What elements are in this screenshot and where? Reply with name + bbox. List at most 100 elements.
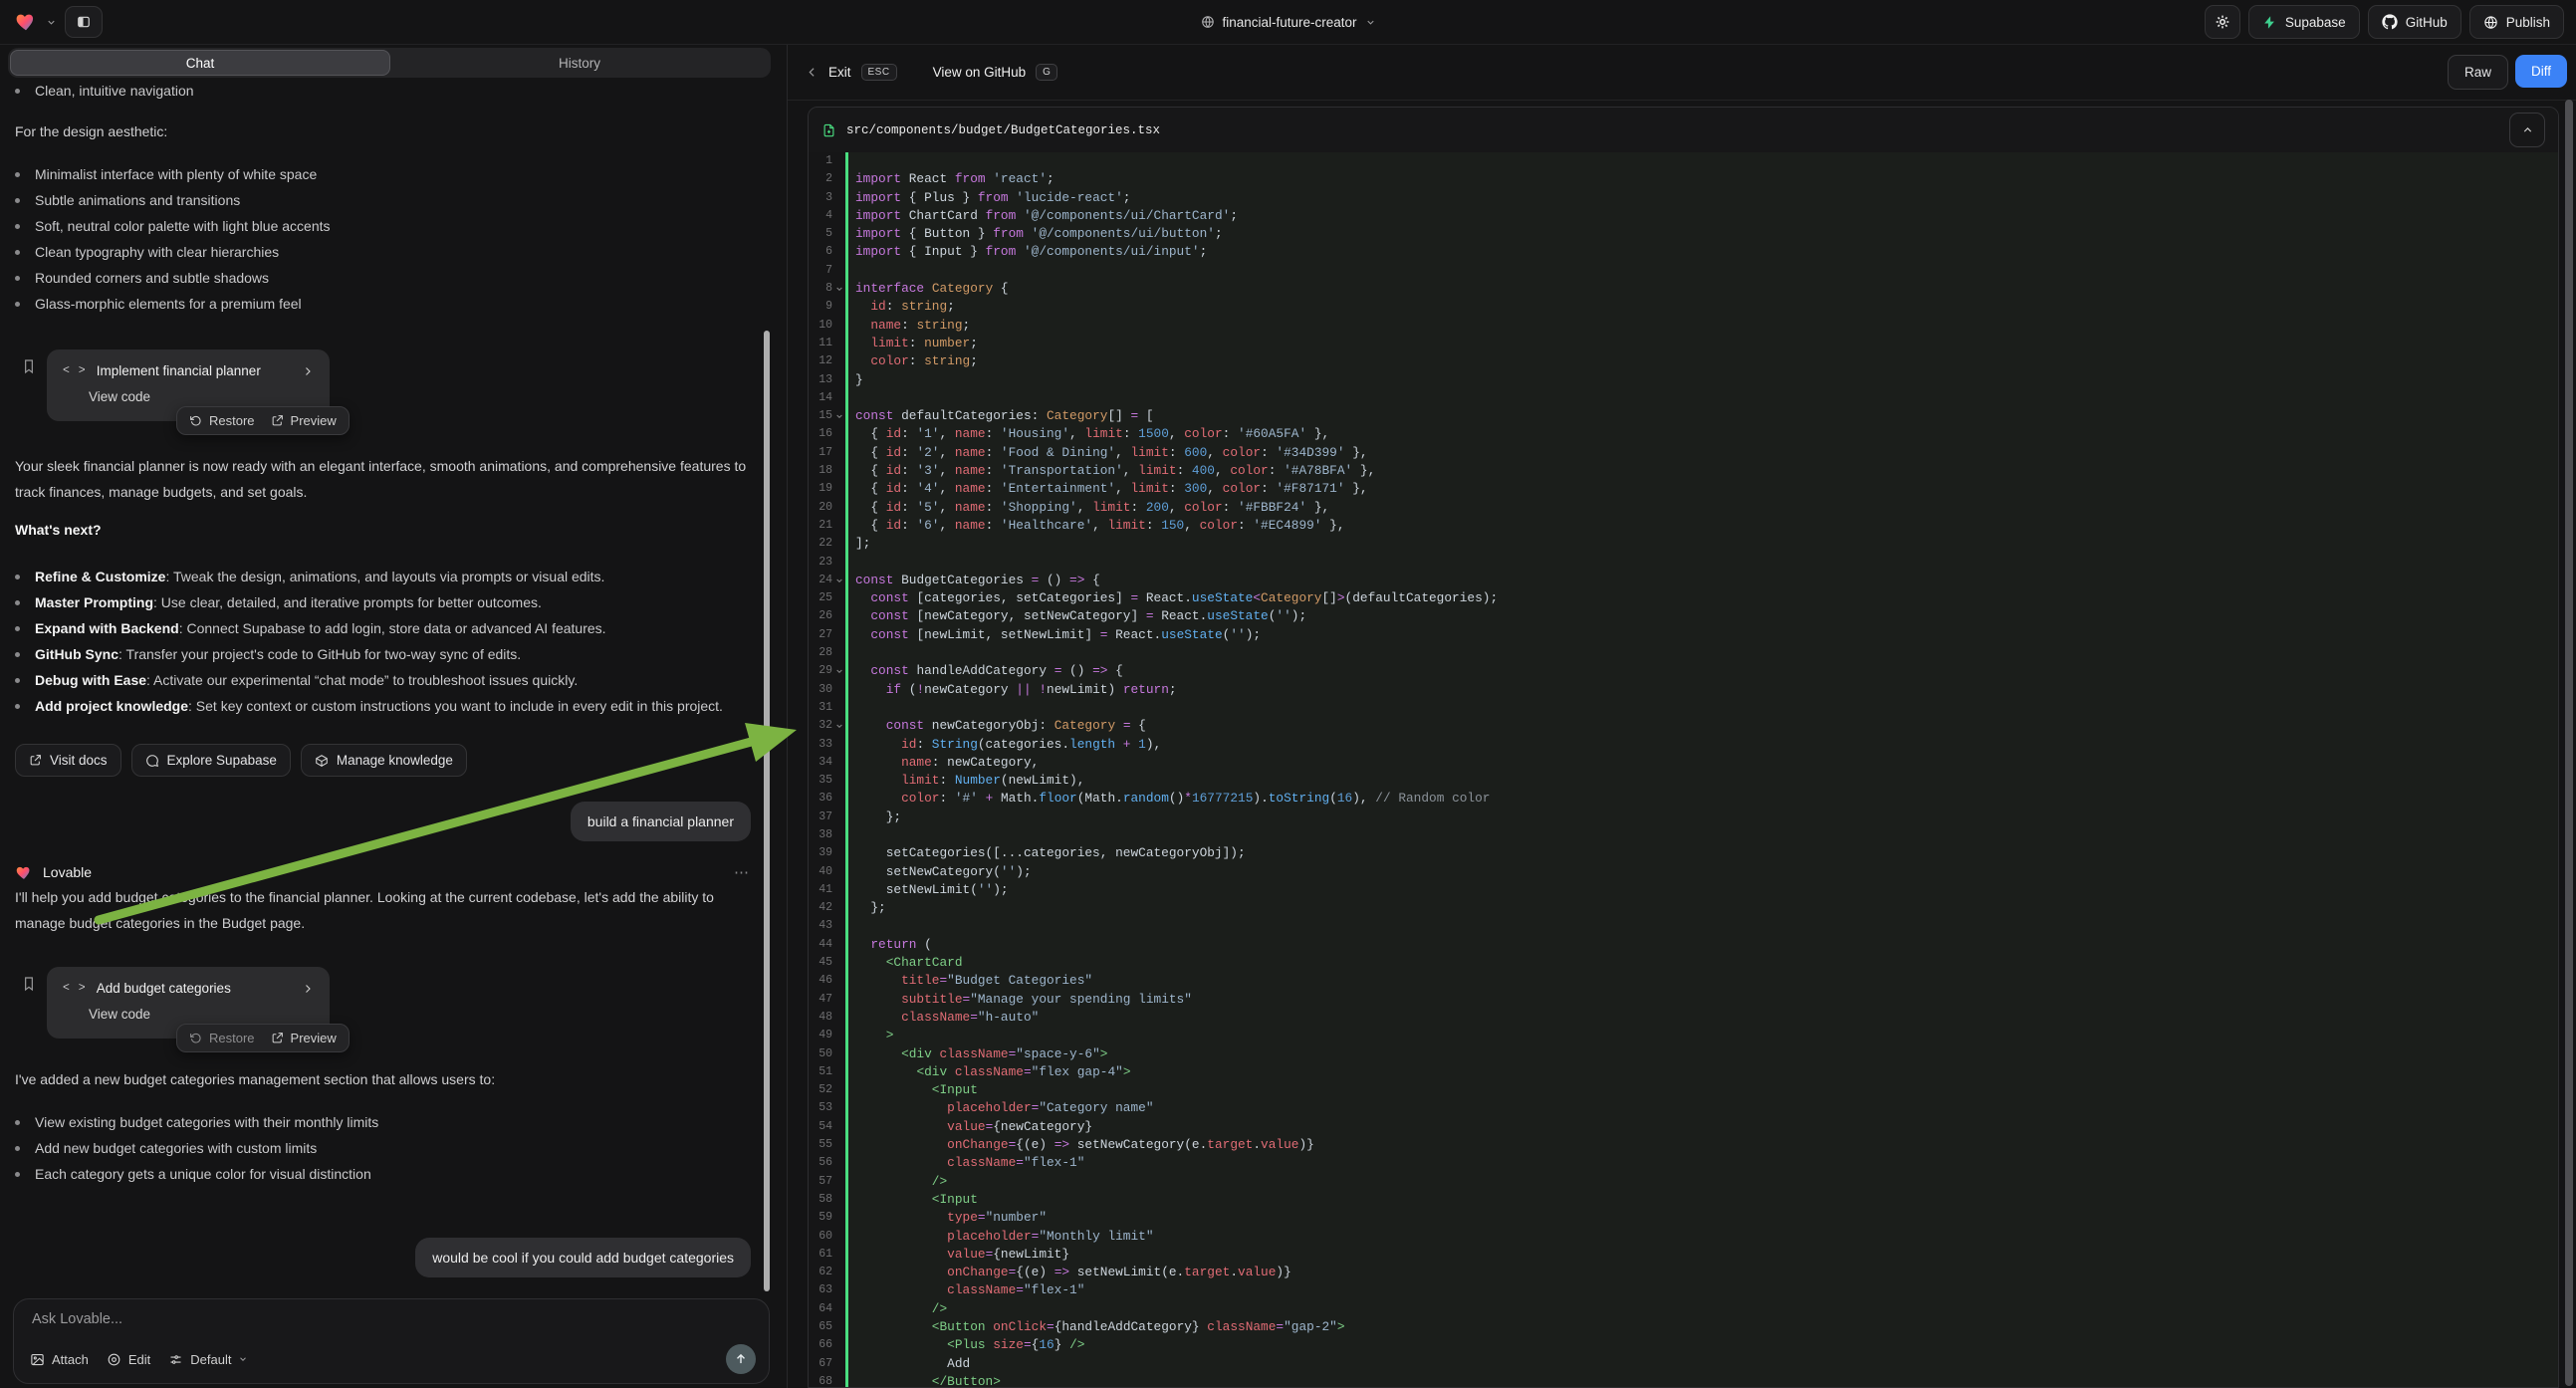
github-button[interactable]: GitHub xyxy=(2368,5,2461,39)
list-item: View existing budget categories with the… xyxy=(15,1109,751,1135)
chat-message-list[interactable]: Clean, intuitive navigationFor the desig… xyxy=(0,78,787,1288)
list-item: Rounded corners and subtle shadows xyxy=(15,265,751,291)
version-card[interactable]: < >Add budget categoriesView codeRestore… xyxy=(47,967,330,1039)
list-item-text: GitHub Sync: Transfer your project's cod… xyxy=(35,641,521,667)
line-number: 32 xyxy=(809,717,832,735)
code-line: 19 { id: '4', name: 'Entertainment', lim… xyxy=(809,480,2558,498)
collapse-file-button[interactable] xyxy=(2509,113,2545,147)
fold-gutter xyxy=(832,352,845,370)
action-button-explore-supabase[interactable]: Explore Supabase xyxy=(131,744,291,777)
action-button-label: Manage knowledge xyxy=(337,753,453,768)
code-line-text: <Button onClick={handleAddCategory} clas… xyxy=(848,1318,1345,1336)
line-number: 6 xyxy=(809,243,832,261)
code-line-text xyxy=(848,389,855,407)
assistant-paragraph: Your sleek financial planner is now read… xyxy=(15,453,751,505)
version-card[interactable]: < >Implement financial plannerView codeR… xyxy=(47,349,330,421)
fold-gutter xyxy=(832,517,845,535)
code-line: 20 { id: '5', name: 'Shopping', limit: 2… xyxy=(809,499,2558,517)
tab-chat[interactable]: Chat xyxy=(10,50,390,76)
code-line: 10 name: string; xyxy=(809,317,2558,335)
tab-history-label: History xyxy=(559,56,600,71)
github-label: GitHub xyxy=(2406,15,2448,30)
fold-gutter xyxy=(832,954,845,972)
bullet-dot-icon xyxy=(15,678,20,683)
code-line: 36 color: '#' + Math.floor(Math.random()… xyxy=(809,790,2558,808)
settings-button[interactable] xyxy=(2205,5,2240,39)
project-title: financial-future-creator xyxy=(1222,15,1356,30)
mode-select[interactable]: Default xyxy=(168,1352,248,1367)
supabase-button[interactable]: Supabase xyxy=(2248,5,2360,39)
code-line: 38 xyxy=(809,826,2558,844)
code-line-text: { id: '6', name: 'Healthcare', limit: 15… xyxy=(848,517,1345,535)
edit-button[interactable]: Edit xyxy=(107,1352,150,1367)
view-on-github-button[interactable]: View on GitHub xyxy=(933,65,1027,80)
workspace-chevron-down-icon[interactable] xyxy=(46,17,57,28)
fold-gutter xyxy=(832,535,845,553)
fold-gutter xyxy=(832,243,845,261)
chat-scrollbar[interactable] xyxy=(764,331,770,1291)
line-number: 63 xyxy=(809,1281,832,1299)
fold-chevron-icon[interactable] xyxy=(832,572,845,589)
view-code-link[interactable]: View code xyxy=(63,1004,314,1026)
line-number: 38 xyxy=(809,826,832,844)
restore-button[interactable]: Restore xyxy=(189,1031,255,1045)
list-item: Glass-morphic elements for a premium fee… xyxy=(15,291,751,317)
code-editor[interactable]: 12import React from 'react';3import { Pl… xyxy=(809,152,2558,1387)
message-menu-button[interactable]: ⋯ xyxy=(734,863,751,881)
bullet-dot-icon xyxy=(15,600,20,605)
lovable-heart-logo[interactable] xyxy=(14,11,38,33)
fold-chevron-icon[interactable] xyxy=(832,407,845,425)
code-line-text: <Input xyxy=(848,1081,978,1099)
preview-button[interactable]: Preview xyxy=(271,413,337,428)
code-line: 23 xyxy=(809,554,2558,572)
tab-history[interactable]: History xyxy=(390,50,769,76)
code-scrollbar[interactable] xyxy=(2565,100,2573,1386)
list-item-text: Minimalist interface with plenty of whit… xyxy=(35,161,317,187)
code-line-text: className="flex-1" xyxy=(848,1154,1084,1172)
code-line-text: limit: Number(newLimit), xyxy=(848,772,1084,790)
fold-gutter xyxy=(832,1228,845,1246)
publish-button[interactable]: Publish xyxy=(2469,5,2564,39)
fold-gutter xyxy=(832,772,845,790)
preview-icon xyxy=(271,1032,284,1044)
chat-input[interactable] xyxy=(30,1310,760,1328)
code-line-text: import { Button } from '@/components/ui/… xyxy=(848,225,1223,243)
fold-gutter xyxy=(832,809,845,826)
code-line: 21 { id: '6', name: 'Healthcare', limit:… xyxy=(809,517,2558,535)
code-line: 13} xyxy=(809,371,2558,389)
globe-icon xyxy=(1200,15,1214,29)
action-button-manage-knowledge[interactable]: Manage knowledge xyxy=(301,744,467,777)
line-number: 14 xyxy=(809,389,832,407)
line-number: 12 xyxy=(809,352,832,370)
fold-gutter xyxy=(832,790,845,808)
assistant-paragraph: I'll help you add budget categories to t… xyxy=(15,884,751,936)
view-code-link[interactable]: View code xyxy=(63,386,314,408)
version-card-row: < >Add budget categoriesView codeRestore… xyxy=(15,967,751,1039)
list-item: Clean, intuitive navigation xyxy=(15,78,751,104)
code-line: 54 value={newCategory} xyxy=(809,1118,2558,1136)
list-item: Each category gets a unique color for vi… xyxy=(15,1161,751,1187)
line-number: 62 xyxy=(809,1264,832,1281)
fold-gutter xyxy=(832,1063,845,1081)
fold-chevron-icon[interactable] xyxy=(832,280,845,298)
project-switcher[interactable]: financial-future-creator xyxy=(1200,15,1375,30)
sidebar-toggle-button[interactable] xyxy=(65,6,103,38)
send-button[interactable] xyxy=(726,1344,756,1374)
file-header[interactable]: src/components/budget/BudgetCategories.t… xyxy=(809,108,2558,153)
code-line: 52 <Input xyxy=(809,1081,2558,1099)
restore-button[interactable]: Restore xyxy=(189,413,255,428)
tab-chat-label: Chat xyxy=(186,56,215,71)
code-line-text: Add xyxy=(848,1355,970,1373)
line-number: 39 xyxy=(809,844,832,862)
action-button-visit-docs[interactable]: Visit docs xyxy=(15,744,121,777)
code-line: 58 <Input xyxy=(809,1191,2558,1209)
code-line-text: value={newCategory} xyxy=(848,1118,1092,1136)
raw-button[interactable]: Raw xyxy=(2448,55,2508,90)
exit-button[interactable]: Exit xyxy=(828,65,851,80)
fold-chevron-icon[interactable] xyxy=(832,717,845,735)
fold-chevron-icon[interactable] xyxy=(832,662,845,680)
diff-button[interactable]: Diff xyxy=(2515,55,2567,88)
back-chevron-icon[interactable] xyxy=(806,66,819,79)
attach-button[interactable]: Attach xyxy=(30,1352,89,1367)
preview-button[interactable]: Preview xyxy=(271,1031,337,1045)
